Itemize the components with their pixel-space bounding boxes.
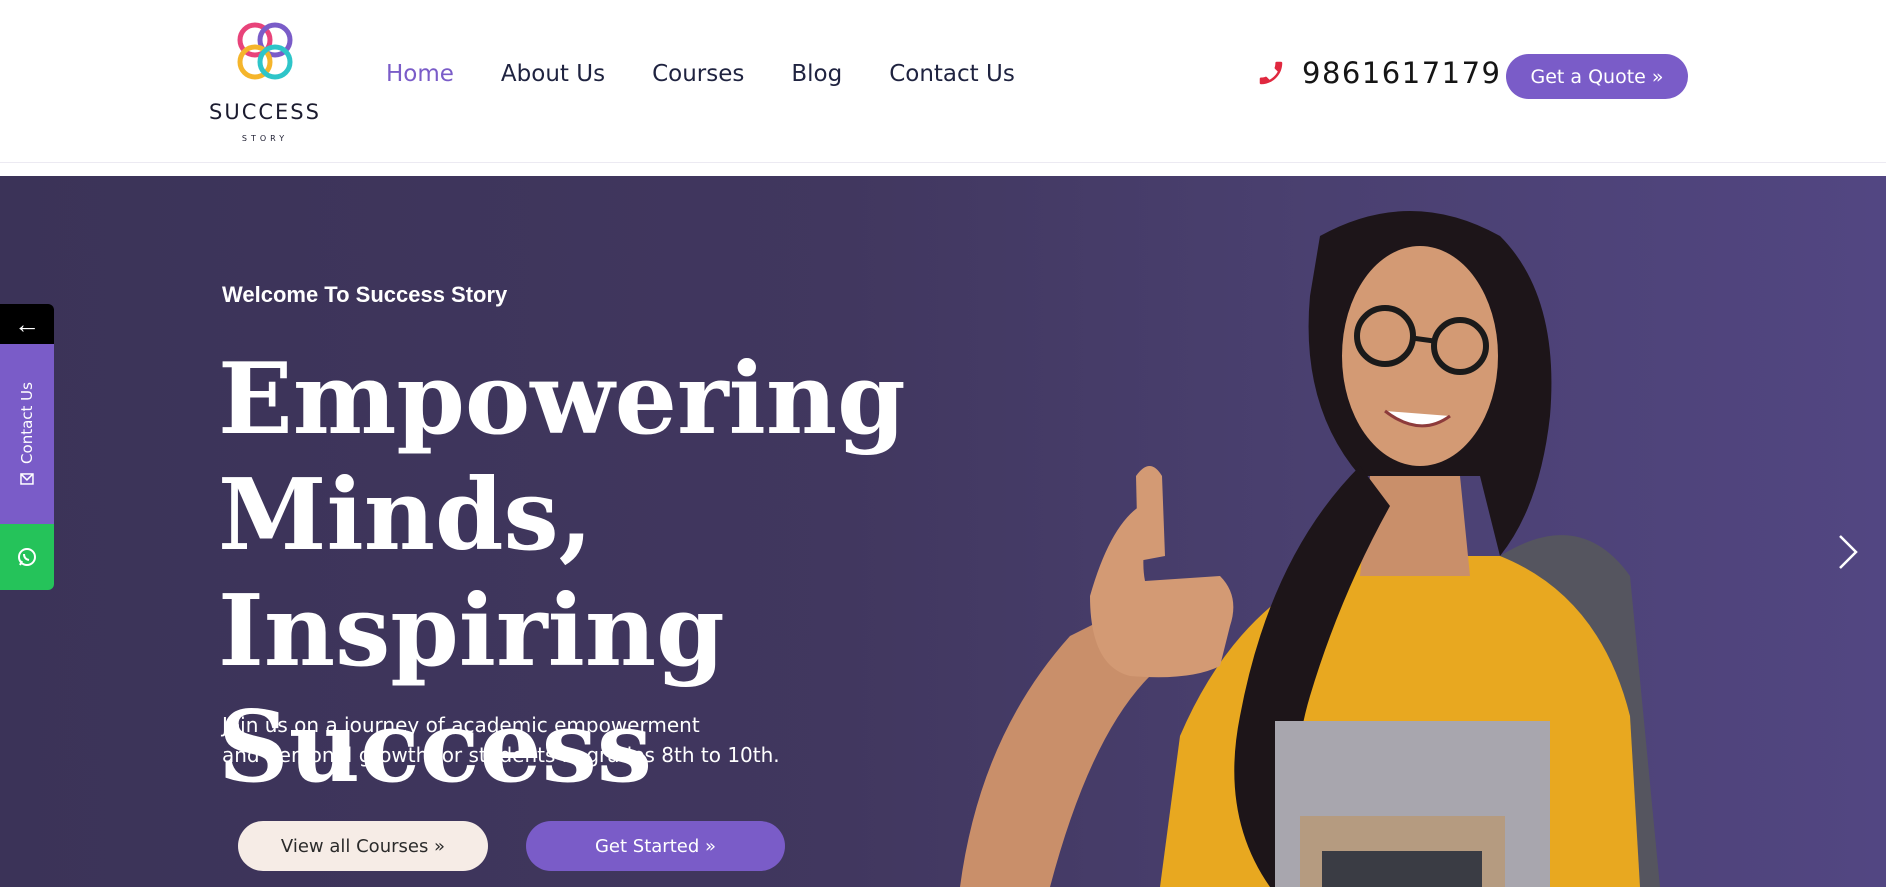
site-header: SUCCESS STORY Home About Us Courses Blog… xyxy=(0,0,1886,163)
nav-item-home[interactable]: Home xyxy=(386,58,454,90)
get-started-button[interactable]: Get Started » xyxy=(526,821,785,871)
nav-item-about-us[interactable]: About Us xyxy=(501,58,605,90)
view-all-courses-button[interactable]: View all Courses » xyxy=(238,821,488,871)
headline-line: Empowering xyxy=(218,342,906,457)
phone-contact[interactable]: 9861617179 xyxy=(1256,56,1502,90)
phone-icon xyxy=(1259,61,1283,85)
get-a-quote-button[interactable]: Get a Quote » xyxy=(1506,54,1688,99)
hero-subtext: Join us on a journey of academic empower… xyxy=(222,710,842,770)
main-nav: Home About Us Courses Blog Contact Us xyxy=(386,58,1062,90)
chevron-right-icon[interactable] xyxy=(1836,532,1860,572)
contact-us-tab-label: Contact Us xyxy=(18,382,37,464)
hero-banner: Welcome To Success Story Empowering Mind… xyxy=(0,176,1886,887)
hero-welcome-text: Welcome To Success Story xyxy=(222,282,508,307)
whatsapp-button[interactable] xyxy=(0,524,54,590)
logo-brand-name: SUCCESS xyxy=(209,100,321,124)
floating-contact-widget: ← Contact Us xyxy=(0,304,54,590)
interlocking-rings-logo-icon xyxy=(237,22,293,80)
whatsapp-icon xyxy=(18,548,36,566)
subtext-line: and personal growth for students in grad… xyxy=(222,743,780,767)
site-logo[interactable]: SUCCESS STORY xyxy=(205,12,325,143)
contact-us-tab[interactable]: Contact Us xyxy=(0,344,54,524)
phone-number: 9861617179 xyxy=(1302,56,1502,90)
arrow-left-icon[interactable]: ← xyxy=(0,304,54,344)
logo-tagline: STORY xyxy=(241,134,289,143)
subtext-line: Join us on a journey of academic empower… xyxy=(222,713,700,737)
nav-item-contact-us[interactable]: Contact Us xyxy=(889,58,1015,90)
headline-line: Minds, Inspiring xyxy=(218,458,725,689)
nav-item-courses[interactable]: Courses xyxy=(652,58,744,90)
nav-item-blog[interactable]: Blog xyxy=(791,58,842,90)
mail-icon xyxy=(20,473,34,485)
